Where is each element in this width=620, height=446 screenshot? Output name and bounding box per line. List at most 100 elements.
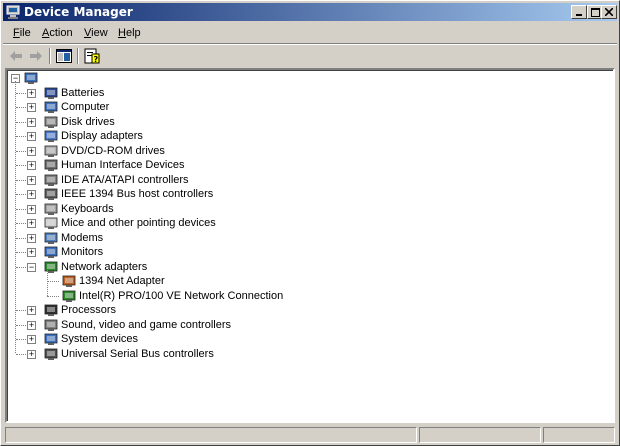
menu-help[interactable]: Help <box>114 26 145 40</box>
menu-action-label: ction <box>49 27 73 39</box>
expand-toggle[interactable]: + <box>27 118 36 127</box>
tree-item[interactable]: + Display adapters <box>7 129 607 143</box>
tree-child-item[interactable]: Intel(R) PRO/100 VE Network Connection <box>7 289 607 303</box>
menu-file-accel: F <box>13 27 20 39</box>
tree-item[interactable]: + Processors <box>7 303 607 317</box>
expand-toggle[interactable]: + <box>27 89 36 98</box>
tree-item-label: Universal Serial Bus controllers <box>61 348 214 360</box>
tree-item[interactable]: + IDE ATA/ATAPI controllers <box>7 173 607 187</box>
menu-help-accel: H <box>118 27 126 39</box>
tree-item-label: Disk drives <box>61 116 115 128</box>
tree-item[interactable]: + Keyboards <box>7 202 607 216</box>
tree-item[interactable]: − Network adapters <box>7 260 607 274</box>
tree-item-label: IEEE 1394 Bus host controllers <box>61 188 214 200</box>
expand-toggle[interactable]: + <box>27 335 36 344</box>
tree-item[interactable]: + DVD/CD-ROM drives <box>7 144 607 158</box>
tree-item[interactable]: + IEEE 1394 Bus host controllers <box>7 187 607 201</box>
tree-item[interactable]: + Disk drives <box>7 115 607 129</box>
expand-toggle[interactable]: + <box>27 350 36 359</box>
expand-toggle[interactable]: + <box>27 103 36 112</box>
mouse-icon <box>44 217 58 229</box>
toolbar-separator <box>49 48 51 64</box>
computer-icon <box>44 101 58 113</box>
svg-text:?: ? <box>94 55 99 64</box>
tree-item[interactable]: + Modems <box>7 231 607 245</box>
back-button[interactable] <box>7 47 25 65</box>
network-adapter-icon <box>44 261 58 273</box>
ide-controller-icon <box>44 174 58 186</box>
expand-toggle[interactable]: + <box>27 219 36 228</box>
tree-branch-line <box>16 107 26 108</box>
tree-item-label: Keyboards <box>61 203 114 215</box>
tree-item[interactable]: + Monitors <box>7 245 607 259</box>
tree-item-label: Computer <box>61 101 110 113</box>
display-adapter-icon <box>44 130 58 142</box>
expand-toggle[interactable]: + <box>27 248 36 257</box>
tree-item-label: Modems <box>61 232 104 244</box>
maximize-icon <box>590 7 600 17</box>
expand-toggle[interactable]: + <box>27 161 36 170</box>
tree-item[interactable]: + Mice and other pointing devices <box>7 216 607 230</box>
tree-item[interactable]: + Computer <box>7 100 607 114</box>
tree-child-line <box>47 269 48 296</box>
tree-item-label: Processors <box>61 304 117 316</box>
forward-button[interactable] <box>27 47 45 65</box>
tree-branch-line <box>16 93 26 94</box>
properties-button[interactable]: ? <box>83 47 101 65</box>
expand-toggle[interactable]: + <box>27 176 36 185</box>
tree-item-label: Display adapters <box>61 130 143 142</box>
device-manager-icon <box>6 5 20 19</box>
menu-action[interactable]: Action <box>38 26 77 40</box>
expand-toggle[interactable]: + <box>27 132 36 141</box>
tree-item[interactable]: + System devices <box>7 332 607 346</box>
expand-toggle[interactable]: + <box>27 147 36 156</box>
tree-branch-line <box>16 267 26 268</box>
toolbar-separator <box>77 48 79 64</box>
usb-icon <box>44 348 58 360</box>
expand-toggle[interactable]: + <box>27 205 36 214</box>
tree-branch-line <box>16 238 26 239</box>
menu-file-label: ile <box>19 27 31 39</box>
tree-item[interactable]: + Batteries <box>7 86 607 100</box>
expand-toggle[interactable]: + <box>27 321 36 330</box>
tree-branch-line <box>16 151 26 152</box>
expand-toggle[interactable]: + <box>27 306 36 315</box>
menu-view[interactable]: View <box>80 26 112 40</box>
tree-child-label: Intel(R) PRO/100 VE Network Connection <box>79 290 284 302</box>
expand-toggle[interactable]: + <box>27 234 36 243</box>
tree-child-label: 1394 Net Adapter <box>79 275 165 287</box>
tree-child-item[interactable]: 1394 Net Adapter <box>7 274 607 288</box>
status-pane-main <box>5 427 417 443</box>
nic-icon <box>62 290 76 302</box>
tree-item[interactable]: + Human Interface Devices <box>7 158 607 172</box>
expand-toggle[interactable]: + <box>27 190 36 199</box>
processor-icon <box>44 304 58 316</box>
minimize-button[interactable] <box>571 5 587 19</box>
tree-branch-line <box>16 325 26 326</box>
tree-branch-line <box>16 194 26 195</box>
tree-item-label: Mice and other pointing devices <box>61 217 216 229</box>
tree-branch-line <box>16 180 26 181</box>
show-hide-console-tree-button[interactable] <box>55 47 73 65</box>
minimize-icon <box>576 14 582 16</box>
monitor-icon <box>44 246 58 258</box>
menu-bar: File Action View Help <box>3 23 617 44</box>
tree-item[interactable]: + Sound, video and game controllers <box>7 318 607 332</box>
close-button[interactable] <box>601 5 617 19</box>
disk-drive-icon <box>44 116 58 128</box>
device-manager-window: Device Manager File Action View Help ? −… <box>0 0 620 446</box>
menu-file[interactable]: File <box>9 26 35 40</box>
tree-branch-line <box>47 281 59 282</box>
device-tree[interactable]: − + Batteries + Computer + Disk drives + Display… <box>5 68 615 423</box>
tree-item-label: Sound, video and game controllers <box>61 319 231 331</box>
tree-item-label: Batteries <box>61 87 105 99</box>
tree-item[interactable]: + Universal Serial Bus controllers <box>7 347 607 361</box>
collapse-toggle[interactable]: − <box>27 263 36 272</box>
title-bar[interactable]: Device Manager <box>3 3 617 21</box>
sound-icon <box>44 319 58 331</box>
tree-item-label: Monitors <box>61 246 104 258</box>
tree-branch-line <box>16 165 26 166</box>
tree-branch-line <box>16 354 26 355</box>
tree-branch-line <box>16 252 26 253</box>
forward-arrow-icon <box>30 51 42 61</box>
